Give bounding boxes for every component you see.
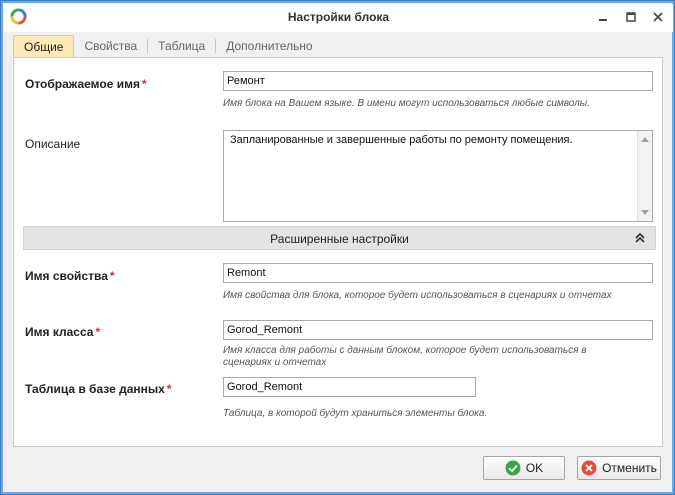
tab-additional[interactable]: Дополнительно bbox=[216, 35, 322, 57]
class-name-label: Имя класса * bbox=[25, 325, 100, 339]
tab-properties[interactable]: Свойства bbox=[74, 35, 147, 57]
class-name-input[interactable]: Gorod_Remont bbox=[223, 320, 653, 340]
property-name-label-text: Имя свойства bbox=[25, 269, 108, 283]
tab-general[interactable]: Общие bbox=[13, 35, 75, 57]
db-table-label: Таблица в базе данных * bbox=[25, 382, 172, 396]
advanced-settings-toggle[interactable]: Расширенные настройки bbox=[23, 226, 656, 250]
ok-button[interactable]: OK bbox=[483, 456, 565, 480]
db-table-label-text: Таблица в базе данных bbox=[25, 382, 165, 396]
display-name-label: Отображаемое имя * bbox=[25, 77, 147, 91]
title-bar[interactable]: Настройки блока bbox=[4, 4, 673, 32]
ok-label: OK bbox=[525, 461, 544, 475]
cancel-button[interactable]: Отменить bbox=[577, 456, 661, 480]
checkmark-icon bbox=[505, 460, 521, 476]
db-table-input[interactable]: Gorod_Remont bbox=[223, 377, 476, 397]
property-name-input[interactable]: Remont bbox=[223, 263, 653, 283]
class-name-label-text: Имя класса bbox=[25, 325, 94, 339]
display-name-label-text: Отображаемое имя bbox=[25, 77, 140, 91]
advanced-settings-title: Расширенные настройки bbox=[270, 232, 409, 246]
scroll-up-icon[interactable] bbox=[641, 136, 649, 142]
class-name-hint-line1: Имя класса для работы с данным блоком, к… bbox=[223, 345, 587, 356]
db-table-hint: Таблица, в которой будут храниться элеме… bbox=[223, 408, 488, 419]
maximize-icon bbox=[626, 12, 636, 22]
tab-table[interactable]: Таблица bbox=[148, 35, 215, 57]
close-button[interactable] bbox=[647, 7, 669, 27]
required-mark: * bbox=[141, 77, 147, 91]
minimize-icon bbox=[599, 19, 607, 21]
cancel-label: Отменить bbox=[602, 461, 657, 475]
dialog-window: Настройки блока Общие Свойства Таблица Д… bbox=[0, 0, 675, 495]
double-chevron-up-icon bbox=[635, 232, 645, 243]
description-label: Описание bbox=[25, 137, 81, 151]
display-name-hint: Имя блока на Вашем языке. В имени могут … bbox=[223, 98, 590, 109]
window-title: Настройки блока bbox=[287, 10, 390, 24]
maximize-button[interactable] bbox=[620, 7, 642, 27]
tab-bar: Общие Свойства Таблица Дополнительно bbox=[13, 35, 323, 57]
required-mark: * bbox=[109, 269, 115, 283]
scroll-down-icon[interactable] bbox=[641, 210, 649, 216]
property-name-label: Имя свойства * bbox=[25, 269, 115, 283]
required-mark: * bbox=[166, 382, 172, 396]
description-text: Запланированные и завершенные работы по … bbox=[230, 134, 573, 146]
description-textarea[interactable]: Запланированные и завершенные работы по … bbox=[223, 130, 653, 222]
property-name-hint: Имя свойства для блока, которое будет ис… bbox=[223, 290, 612, 301]
minimize-button[interactable] bbox=[592, 7, 614, 27]
general-panel: Отображаемое имя * Ремонт Имя блока на Ва… bbox=[13, 57, 663, 447]
display-name-input[interactable]: Ремонт bbox=[223, 71, 653, 91]
cancel-icon bbox=[581, 460, 597, 476]
class-name-hint-line2: сценариях и отчетах bbox=[223, 357, 327, 368]
required-mark: * bbox=[95, 325, 101, 339]
close-icon bbox=[653, 12, 663, 22]
textarea-scrollbar[interactable] bbox=[637, 131, 652, 221]
